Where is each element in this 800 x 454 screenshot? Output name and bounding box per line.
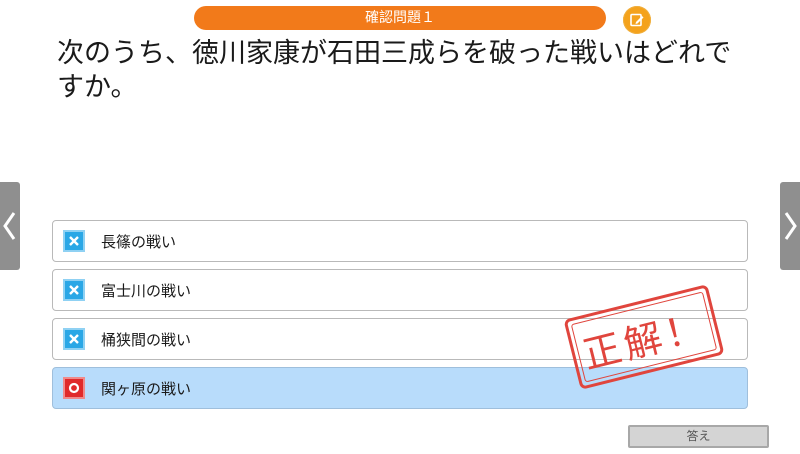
option-1[interactable]: 長篠の戦い	[52, 220, 748, 262]
option-label: 富士川の戦い	[101, 281, 192, 300]
cross-icon	[63, 230, 85, 252]
circle-icon	[63, 377, 85, 399]
option-label: 桶狭間の戦い	[101, 330, 192, 349]
previous-button[interactable]	[0, 182, 20, 270]
chevron-right-icon	[784, 212, 797, 240]
next-button[interactable]	[780, 182, 800, 270]
edit-button[interactable]	[623, 6, 651, 34]
option-label: 関ヶ原の戦い	[101, 379, 192, 398]
cross-icon	[63, 279, 85, 301]
cross-icon	[63, 328, 85, 350]
answer-button[interactable]: 答え	[628, 425, 769, 448]
question-text: 次のうち、徳川家康が石田三成らを破った戦いはどれですか。	[57, 38, 732, 103]
quiz-title: 確認問題１	[194, 6, 606, 30]
edit-note-icon	[630, 13, 644, 27]
chevron-left-icon	[3, 212, 16, 240]
option-label: 長篠の戦い	[101, 232, 177, 251]
